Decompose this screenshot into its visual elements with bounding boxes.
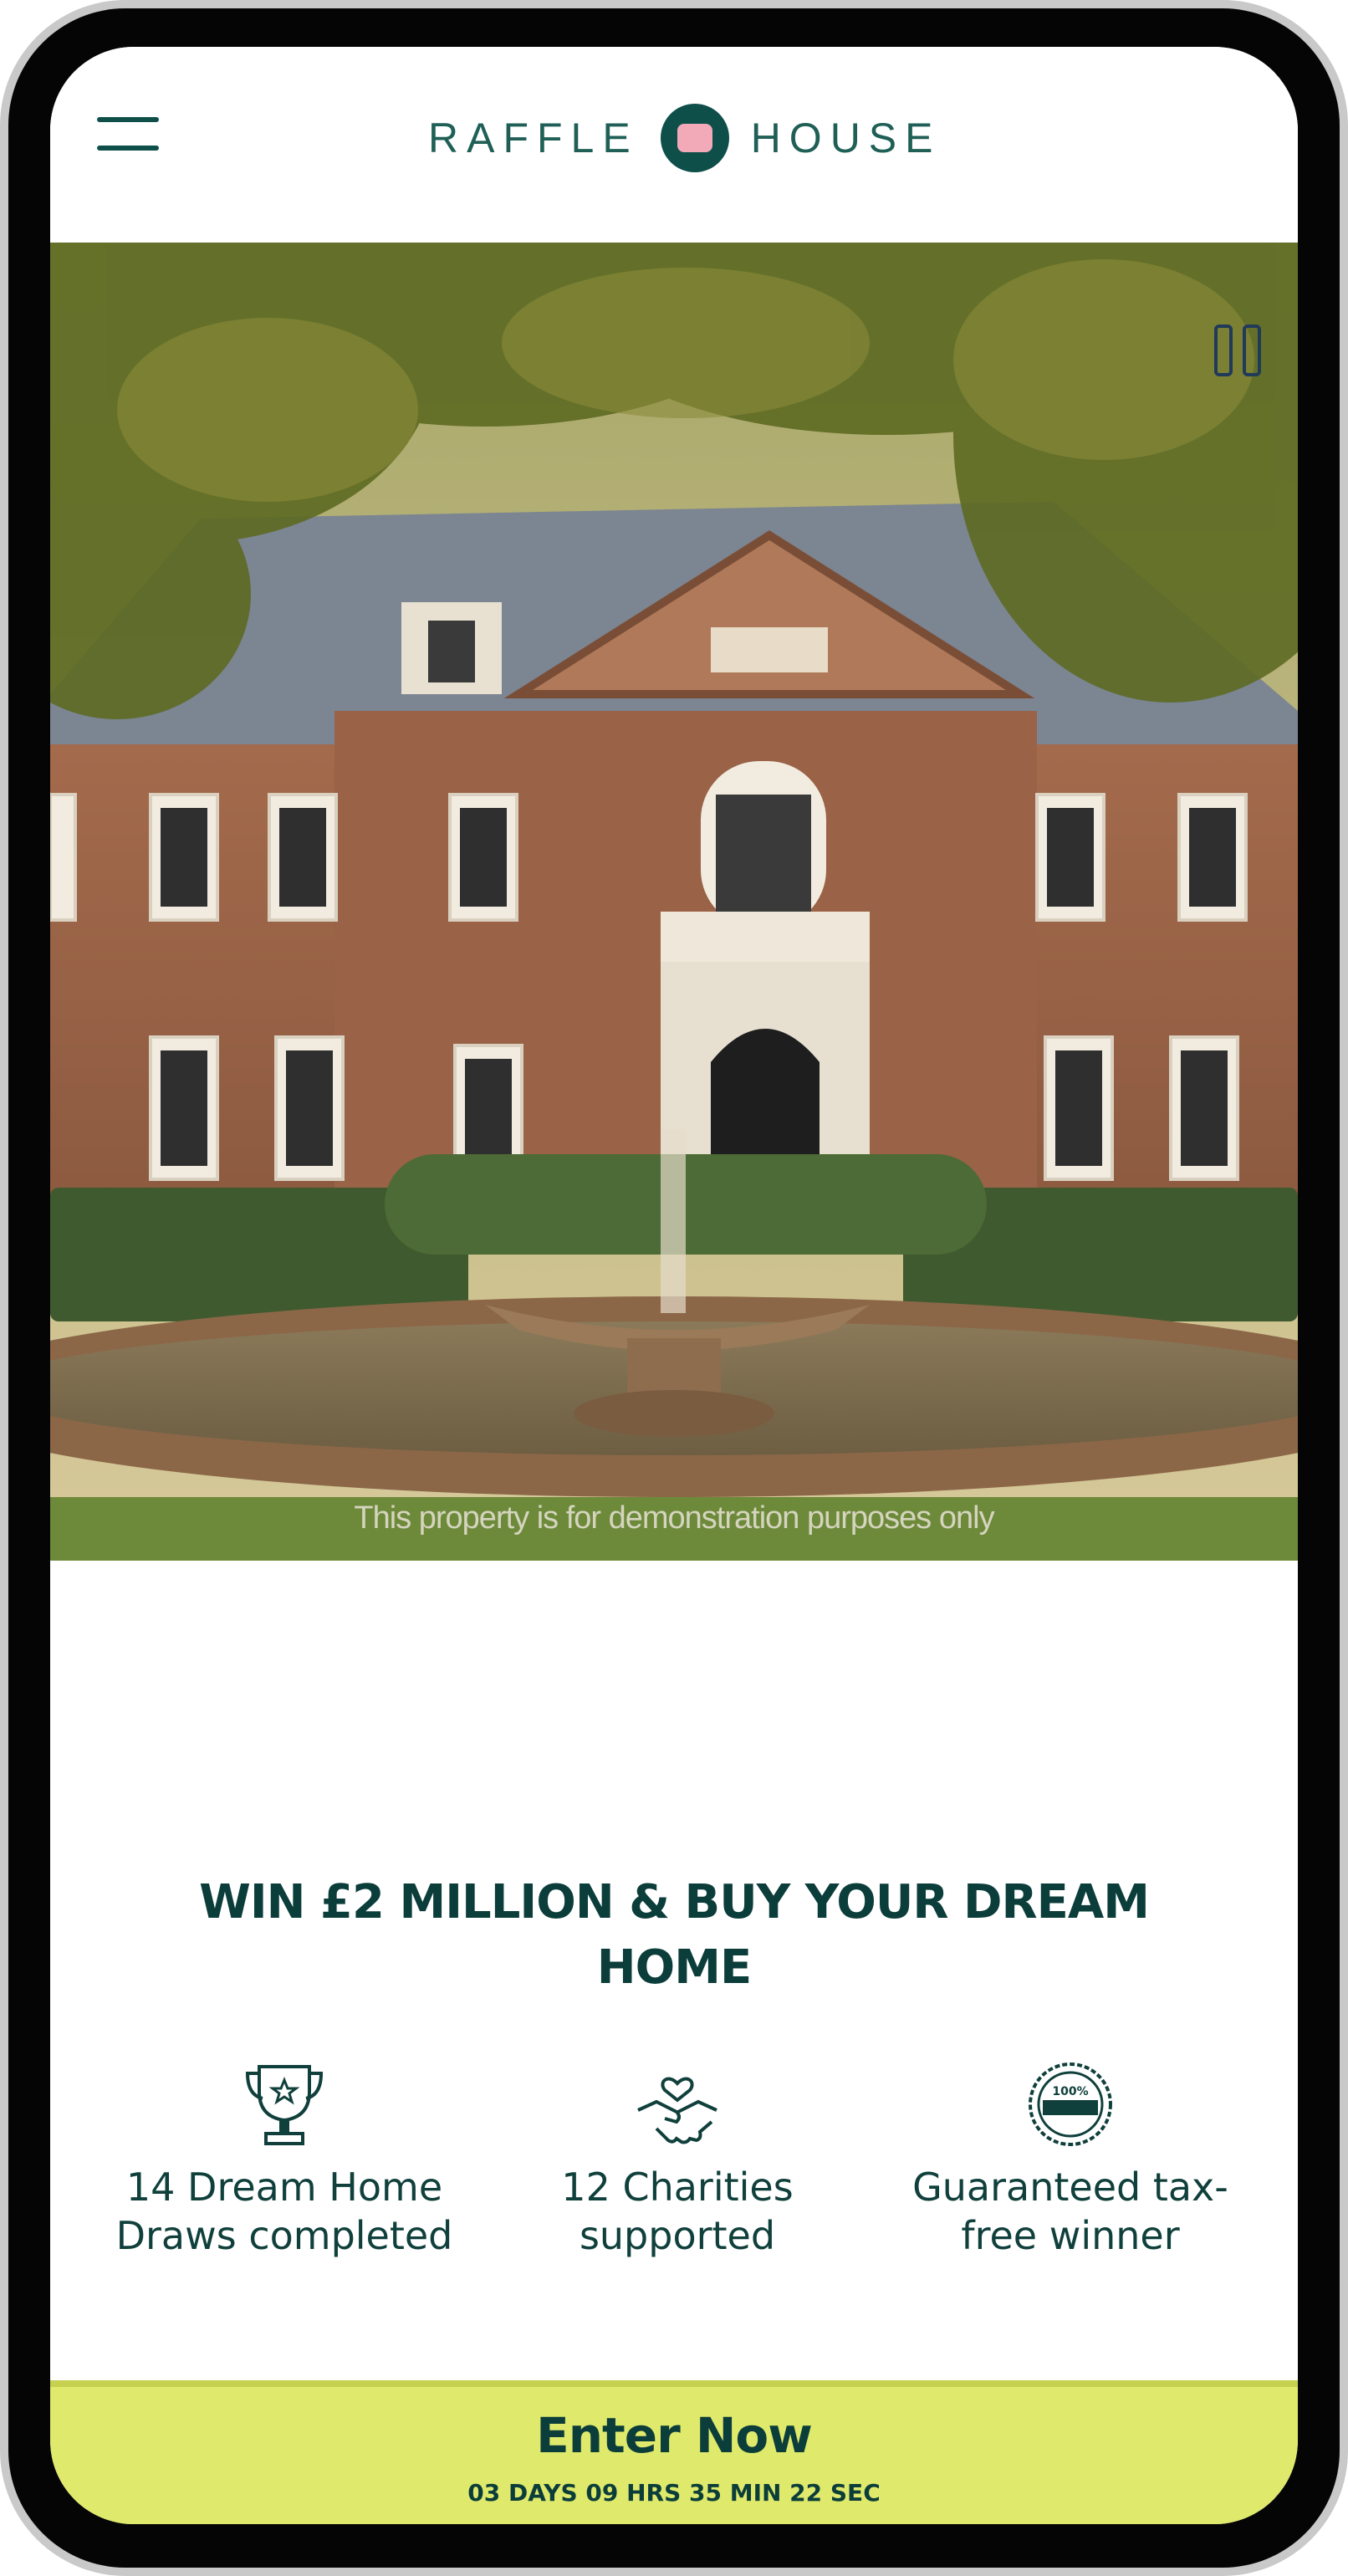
guarantee-badge-icon: 100% bbox=[886, 2054, 1254, 2154]
svg-text:100%: 100% bbox=[1052, 2085, 1088, 2098]
enter-now-label: Enter Now bbox=[536, 2407, 813, 2464]
logo-text-right: HOUSE bbox=[750, 115, 942, 161]
property-illustration bbox=[50, 243, 1298, 1561]
screen: RAFFLE HOUSE This property is for demons… bbox=[50, 47, 1298, 2524]
feature-item: 12 Charities supported bbox=[493, 2054, 861, 2260]
page-headline: WIN £2 MILLION & BUY YOUR DREAM HOME bbox=[199, 1875, 1150, 1995]
feature-list: 14 Dream Home Draws completed 12 Chariti… bbox=[100, 2054, 1254, 2260]
hero-image: This property is for demonstration purpo… bbox=[50, 243, 1298, 1561]
enter-now-button[interactable]: Enter Now 03 DAYS 09 HRS 35 MIN 22 SEC bbox=[50, 2380, 1298, 2524]
hero-disclaimer: This property is for demonstration purpo… bbox=[354, 1500, 994, 1536]
feature-text: 12 Charities supported bbox=[561, 2165, 794, 2258]
site-logo[interactable]: RAFFLE HOUSE bbox=[428, 102, 942, 174]
handshake-heart-icon bbox=[493, 2054, 861, 2154]
countdown-timer: 03 DAYS 09 HRS 35 MIN 22 SEC bbox=[467, 2479, 881, 2507]
trophy-icon bbox=[100, 2054, 468, 2154]
feature-item: 14 Dream Home Draws completed bbox=[100, 2054, 468, 2260]
feature-text: Guaranteed tax-free winner bbox=[912, 2165, 1228, 2258]
feature-text: 14 Dream Home Draws completed bbox=[115, 2165, 453, 2258]
pause-icon[interactable] bbox=[1209, 325, 1268, 378]
feature-item: 100% Guaranteed tax-free winner bbox=[886, 2054, 1254, 2260]
site-header: RAFFLE HOUSE bbox=[50, 47, 1298, 243]
logo-house-icon bbox=[660, 104, 729, 172]
logo-text-left: RAFFLE bbox=[428, 115, 639, 161]
hamburger-menu-icon[interactable] bbox=[97, 117, 159, 157]
